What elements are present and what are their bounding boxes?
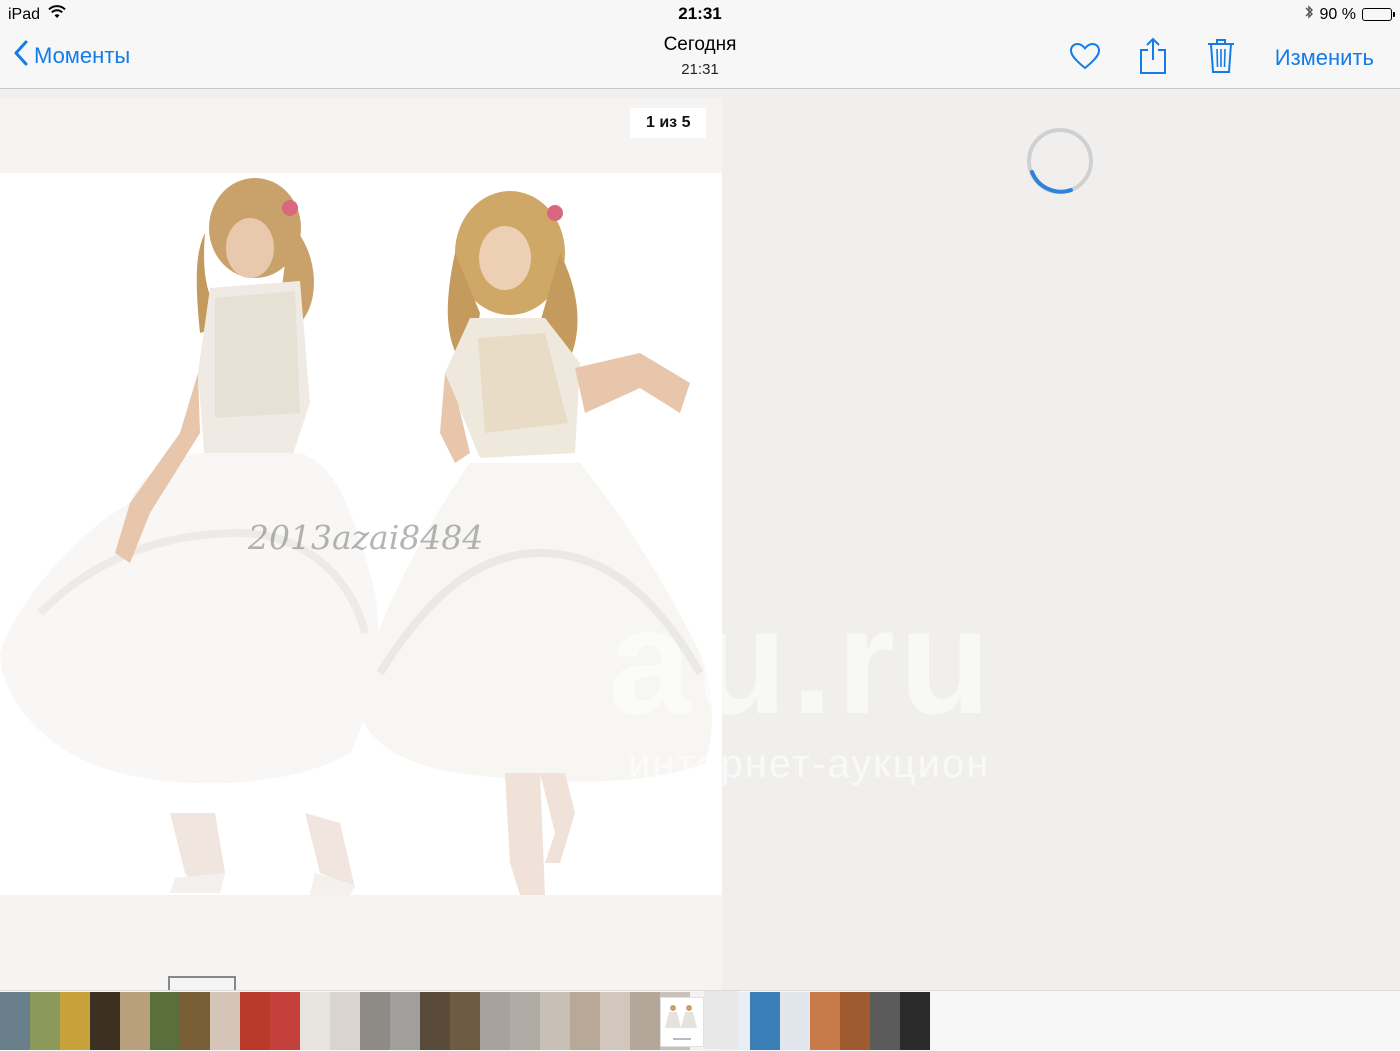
filmstrip-thumbnail[interactable]: [240, 992, 270, 1050]
filmstrip-thumbnail[interactable]: [360, 992, 390, 1050]
trash-icon: [1207, 38, 1235, 79]
share-button[interactable]: [1131, 36, 1175, 80]
current-thumbnail-preview: [665, 1005, 697, 1040]
back-label: Моменты: [34, 43, 131, 68]
filmstrip-thumbnail[interactable]: [120, 992, 150, 1050]
status-bar: iPad 21:31 90 %: [0, 0, 1400, 28]
edit-button[interactable]: Изменить: [1275, 45, 1374, 71]
filmstrip-next-thumbnail[interactable]: [704, 991, 738, 1049]
loading-spinner-icon: [1027, 128, 1093, 194]
filmstrip-thumbnail[interactable]: [150, 992, 180, 1050]
heart-icon: [1069, 42, 1101, 75]
filmstrip-thumbnail[interactable]: [810, 992, 840, 1050]
back-button[interactable]: Моменты: [14, 40, 130, 72]
filmstrip-thumbnail[interactable]: [780, 992, 810, 1050]
filmstrip-thumbnail[interactable]: [600, 992, 630, 1050]
photo-image[interactable]: 2013azai8484: [0, 173, 722, 895]
filmstrip-thumbnail[interactable]: [450, 992, 480, 1050]
filmstrip-thumbnail[interactable]: [60, 992, 90, 1050]
filmstrip-thumbnail[interactable]: [900, 992, 930, 1050]
filmstrip-thumbnail[interactable]: [630, 992, 660, 1050]
filmstrip-thumbnail[interactable]: [210, 992, 240, 1050]
chevron-left-icon: [14, 40, 28, 72]
photo-viewer[interactable]: 1 из 5 2013azai8484: [0, 98, 722, 990]
filmstrip-thumbnail[interactable]: [330, 992, 360, 1050]
filmstrip-thumbnail[interactable]: [420, 992, 450, 1050]
filmstrip-thumbnails: [0, 992, 930, 1050]
filmstrip-thumbnail[interactable]: [510, 992, 540, 1050]
delete-button[interactable]: [1199, 36, 1243, 80]
filmstrip-thumbnail[interactable]: [840, 992, 870, 1050]
page-counter: 1 из 5: [630, 108, 707, 138]
filmstrip-thumbnail[interactable]: [750, 992, 780, 1050]
filmstrip-thumbnail[interactable]: [390, 992, 420, 1050]
filmstrip-thumbnail[interactable]: [180, 992, 210, 1050]
favorite-button[interactable]: [1063, 36, 1107, 80]
loading-pane: [722, 98, 1400, 990]
filmstrip-thumbnail[interactable]: [30, 992, 60, 1050]
status-time: 21:31: [678, 4, 722, 23]
share-icon: [1139, 37, 1167, 80]
site-watermark: au.ru: [608, 577, 995, 745]
filmstrip[interactable]: [0, 990, 1400, 1051]
nav-actions: Изменить: [1039, 36, 1374, 80]
filmstrip-current-thumbnail[interactable]: [660, 997, 704, 1047]
filmstrip-thumbnail[interactable]: [300, 992, 330, 1050]
photo-watermark: 2013azai8484: [248, 518, 484, 557]
filmstrip-position-marker: [168, 976, 236, 990]
filmstrip-thumbnail[interactable]: [870, 992, 900, 1050]
battery-icon: [1362, 8, 1395, 21]
navigation-bar: Моменты Сегодня 21:31 Изменить: [0, 28, 1400, 89]
site-watermark-subtitle: интернет-аукцион: [628, 742, 991, 786]
filmstrip-thumbnail[interactable]: [540, 992, 570, 1050]
filmstrip-thumbnail[interactable]: [0, 992, 30, 1050]
status-right: 90 %: [1304, 4, 1395, 25]
bluetooth-icon: [1304, 4, 1314, 25]
filmstrip-thumbnail[interactable]: [270, 992, 300, 1050]
filmstrip-thumbnail[interactable]: [570, 992, 600, 1050]
battery-percent: 90 %: [1319, 5, 1356, 23]
filmstrip-thumbnail[interactable]: [90, 992, 120, 1050]
filmstrip-thumbnail[interactable]: [480, 992, 510, 1050]
